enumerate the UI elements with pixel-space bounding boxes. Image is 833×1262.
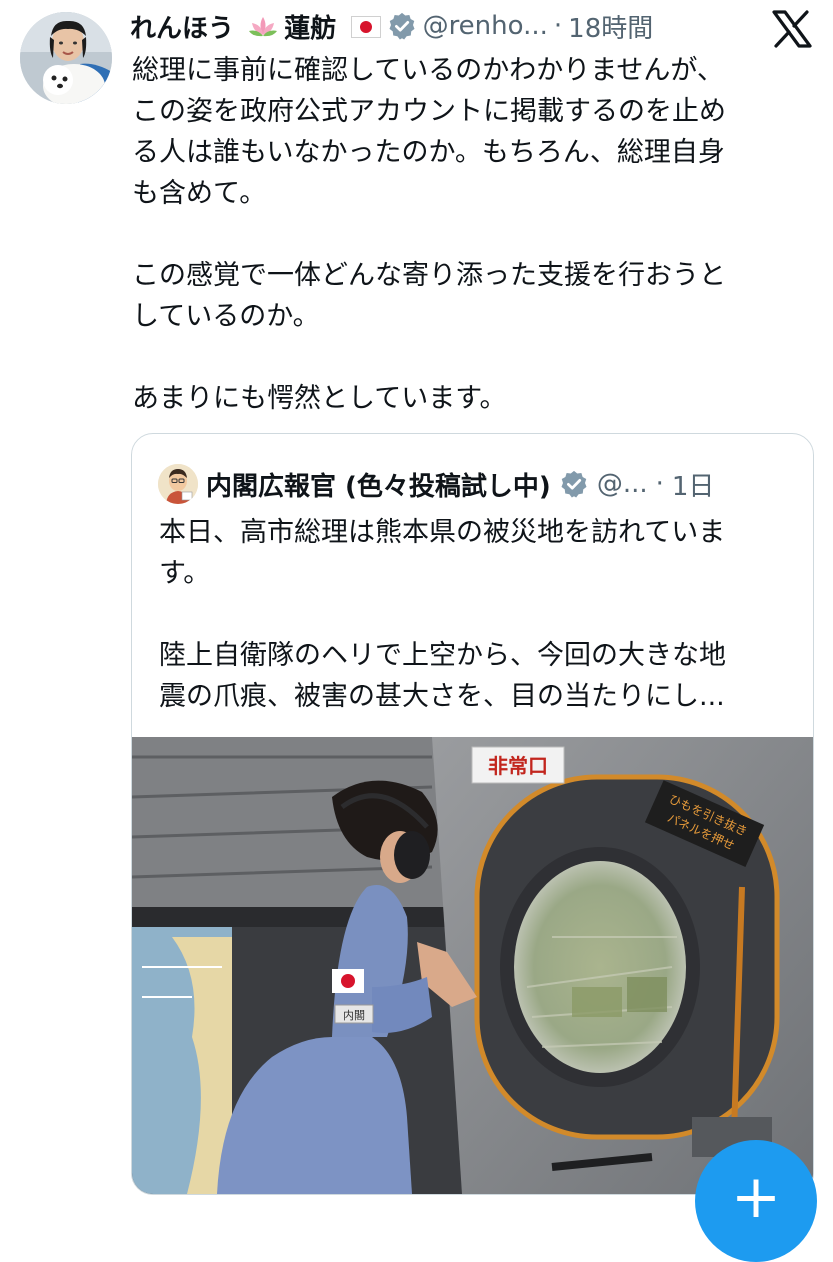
- quoted-author-avatar[interactable]: [158, 464, 198, 504]
- tweet-header: れんほう 🪷 蓮舫 🇯🇵 @renho... · 18時間: [130, 6, 750, 46]
- lotus-emoji: 🪷: [240, 11, 278, 41]
- quoted-tweet-header: 内閣広報官 (色々投稿試し中) @... · 1日: [158, 464, 798, 504]
- photo-name-badge: 内閣: [343, 1008, 365, 1022]
- quoted-author-avatar-image: [158, 464, 198, 504]
- quoted-tweet-timestamp[interactable]: 1日: [672, 466, 715, 503]
- exit-sign-text: 非常口: [488, 754, 548, 778]
- quoted-author-name[interactable]: 内閣広報官 (色々投稿試し中): [206, 466, 551, 503]
- quoted-header-separator: ·: [655, 469, 664, 499]
- author-avatar-image: [20, 12, 112, 104]
- tweet-text: 総理に事前に確認しているのかわかりませんが、 この姿を政府公式アカウントに掲載す…: [132, 55, 726, 414]
- author-name[interactable]: れんほう: [130, 8, 234, 45]
- japan-flag-emoji: 🇯🇵: [342, 11, 381, 41]
- compose-fab-button[interactable]: +: [695, 1140, 817, 1262]
- author-handle[interactable]: @renho...: [423, 11, 548, 41]
- tweet-timestamp[interactable]: 18時間: [568, 8, 653, 45]
- quoted-tweet-card[interactable]: 内閣広報官 (色々投稿試し中) @... · 1日 本日、高市総理は熊本県の被災…: [131, 433, 814, 1195]
- japan-flag-icon: [350, 15, 381, 38]
- quoted-verified-badge-icon[interactable]: [559, 469, 589, 499]
- lotus-icon: [249, 16, 278, 36]
- quoted-tweet-text: 本日、高市総理は熊本県の被災地を訪れていま す。 陸上自衛隊のヘリで上空から、今…: [159, 517, 726, 712]
- author-avatar[interactable]: [20, 12, 112, 104]
- plus-icon: +: [730, 1162, 782, 1232]
- verified-badge-icon[interactable]: [387, 11, 417, 41]
- author-name-kanji[interactable]: 蓮舫: [284, 8, 336, 45]
- quoted-tweet-photo[interactable]: 非常口 ひもを引き抜き パネルを押せ 内閣: [132, 737, 813, 1194]
- quoted-author-handle[interactable]: @...: [597, 469, 648, 499]
- header-separator: ·: [553, 11, 563, 41]
- x-logo-icon[interactable]: [772, 10, 812, 48]
